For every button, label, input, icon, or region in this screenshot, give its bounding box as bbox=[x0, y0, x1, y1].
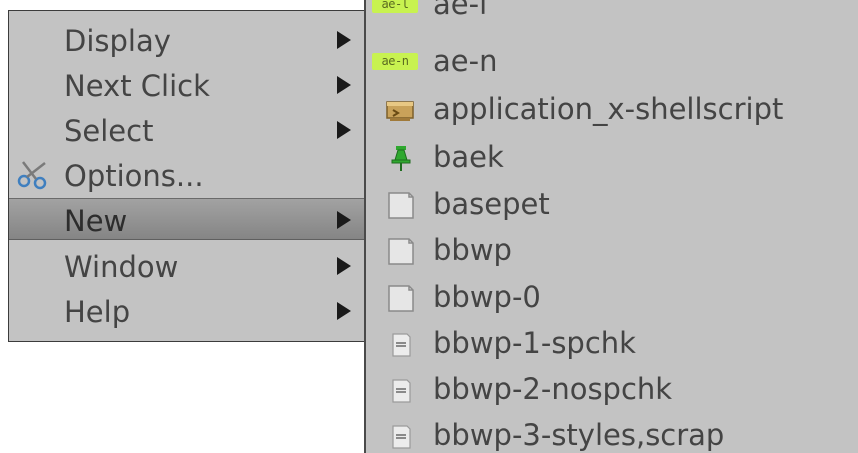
blank-document-icon bbox=[388, 285, 414, 312]
submenu-arrow-icon bbox=[337, 31, 351, 49]
menu-item-label: Help bbox=[64, 295, 131, 329]
menu-item-label: Next Click bbox=[64, 69, 210, 103]
submenu-item-label: bbwp-3-styles,scrap bbox=[433, 418, 725, 452]
submenu-item-bbwp-3-styles-scrap[interactable]: bbwp-3-styles,scrap bbox=[366, 414, 858, 453]
ae-tag-icon: ae-n bbox=[372, 53, 418, 70]
submenu-arrow-icon bbox=[337, 121, 351, 139]
submenu-item-label: baek bbox=[433, 140, 504, 174]
submenu-item-label: basepet bbox=[433, 187, 550, 221]
text-document-icon bbox=[392, 379, 411, 403]
menu-item-label: Select bbox=[64, 114, 154, 148]
submenu-item-label: bbwp-0 bbox=[433, 280, 541, 314]
submenu-arrow-icon bbox=[337, 302, 351, 320]
blank-document-icon bbox=[388, 238, 414, 265]
submenu-arrow-icon bbox=[337, 257, 351, 275]
submenu-item-bbwp-0[interactable]: bbwp-0 bbox=[366, 276, 858, 321]
submenu-item-label: bbwp bbox=[433, 233, 512, 267]
menu-item-label: Display bbox=[64, 24, 171, 58]
menu-item-help[interactable]: Help bbox=[9, 290, 369, 332]
scissors-icon bbox=[17, 161, 47, 190]
submenu-item-basepet[interactable]: basepet bbox=[366, 183, 858, 228]
green-pushpin-icon bbox=[391, 146, 411, 171]
menu-item-label: Window bbox=[64, 250, 179, 284]
menu-item-options[interactable]: Options... bbox=[9, 154, 369, 196]
new-submenu: ae-l ae-l ae-n ae-n application_x-shells… bbox=[364, 0, 858, 453]
menu-item-next-click[interactable]: Next Click bbox=[9, 64, 369, 106]
menu-item-label: Options... bbox=[64, 159, 204, 193]
submenu-item-label: application_x-shellscript bbox=[433, 92, 784, 126]
submenu-item-label: bbwp-2-nospchk bbox=[433, 372, 673, 406]
menu-item-label: New bbox=[64, 204, 128, 238]
submenu-item-bbwp-1-spchk[interactable]: bbwp-1-spchk bbox=[366, 322, 858, 367]
submenu-arrow-icon bbox=[337, 211, 351, 229]
submenu-item-label: ae-l bbox=[433, 0, 488, 21]
text-document-icon bbox=[392, 333, 411, 357]
ae-tag-icon: ae-l bbox=[372, 0, 418, 13]
blank-document-icon bbox=[388, 192, 414, 219]
menu-item-select[interactable]: Select bbox=[9, 109, 369, 151]
submenu-item-application-x-shellscript[interactable]: application_x-shellscript bbox=[366, 88, 858, 133]
menu-item-display[interactable]: Display bbox=[9, 19, 369, 61]
submenu-item-label: bbwp-1-spchk bbox=[433, 326, 636, 360]
context-menu: Display Next Click Select Options... New… bbox=[8, 10, 369, 342]
submenu-arrow-icon bbox=[337, 76, 351, 94]
submenu-item-ae-l[interactable]: ae-l ae-l bbox=[366, 0, 858, 28]
submenu-item-baek[interactable]: baek bbox=[366, 136, 858, 181]
submenu-item-bbwp-2-nospchk[interactable]: bbwp-2-nospchk bbox=[366, 368, 858, 413]
text-document-icon bbox=[392, 425, 411, 449]
submenu-item-bbwp[interactable]: bbwp bbox=[366, 229, 858, 274]
menu-item-new[interactable]: New bbox=[9, 198, 369, 240]
submenu-item-ae-n[interactable]: ae-n ae-n bbox=[366, 40, 858, 85]
submenu-item-label: ae-n bbox=[433, 44, 498, 78]
shellscript-icon bbox=[386, 101, 414, 121]
menu-item-window[interactable]: Window bbox=[9, 245, 369, 287]
